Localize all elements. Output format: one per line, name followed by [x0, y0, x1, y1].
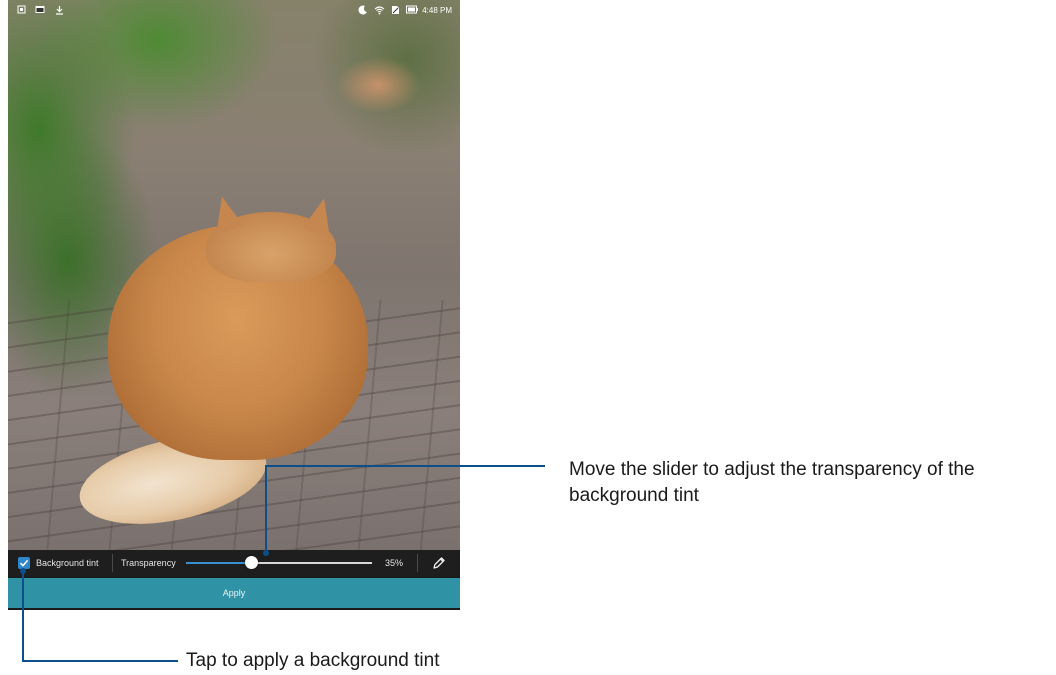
- divider: [417, 554, 418, 572]
- screenshot-icon: [16, 5, 26, 15]
- moon-icon: [358, 5, 368, 15]
- wallpaper-photo: [8, 0, 460, 550]
- apply-button[interactable]: Apply: [8, 578, 460, 608]
- slider-callout-text: Move the slider to adjust the transparen…: [569, 459, 975, 506]
- background-tint-label[interactable]: Background tint: [36, 558, 99, 568]
- tint-callout-line-vertical: [22, 570, 24, 662]
- tint-callout-dot: [20, 568, 26, 574]
- transparency-slider-thumb[interactable]: [244, 556, 258, 569]
- tablet-screen: 4:48 PM Background tint Transparency 35%…: [8, 0, 460, 610]
- transparency-label: Transparency: [121, 558, 176, 568]
- download-icon: [54, 5, 64, 15]
- no-sim-icon: [390, 5, 400, 15]
- slider-callout-line-vertical: [265, 465, 267, 553]
- slider-callout-dot: [263, 550, 269, 556]
- pen-icon[interactable]: [431, 555, 447, 571]
- cat-ear-right: [302, 195, 338, 235]
- transparency-value: 35%: [385, 558, 404, 568]
- tint-callout-text: Tap to apply a background tint: [186, 650, 440, 671]
- tint-toolbar: Background tint Transparency 35%: [8, 550, 460, 576]
- tint-callout-line-horizontal: [22, 660, 178, 662]
- transparency-slider-fill: [186, 562, 252, 564]
- gallery-icon: [35, 5, 45, 15]
- slider-callout-line-horizontal: [265, 465, 545, 467]
- status-time: 4:48 PM: [422, 5, 452, 15]
- divider: [112, 554, 113, 572]
- status-bar: 4:48 PM: [8, 0, 460, 22]
- battery-icon: [406, 5, 419, 15]
- wifi-icon: [374, 5, 385, 15]
